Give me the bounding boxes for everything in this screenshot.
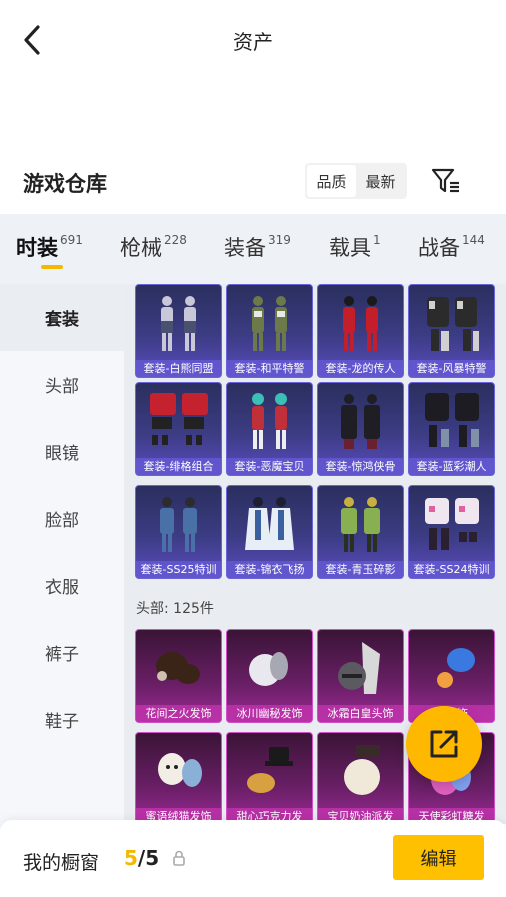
head-section-title: 头部: 125件 [136,601,214,617]
head-item-card[interactable]: 蜜语绒猫发饰 [135,732,222,824]
tab-count: 144 [462,233,485,247]
card-label: 冰川幽秘发饰 [227,705,312,722]
showcase-bar: 我的橱窗 5 / 5 编辑 [0,820,506,897]
tab-supplies[interactable]: 战备 144 [418,232,485,262]
filter-button[interactable] [428,165,464,197]
sidebar-item-suit[interactable]: 套装 [0,284,124,351]
sort-by-quality[interactable]: 品质 [307,165,356,197]
outfit-image [324,492,397,556]
outfit-image [142,389,215,453]
outfit-card[interactable]: 套装-锦衣飞扬 [226,485,313,579]
category-tabs: 时装 691 枪械 228 装备 319 载具 1 战备 144 [0,214,506,284]
card-label: 套装-白熊同盟 [136,360,221,377]
head-item-image [233,739,306,803]
outfit-card[interactable]: 套装-绯格组合 [135,382,222,476]
card-label: 套装-风暴特警 [409,360,494,377]
card-label: 套装-SS24特训 [409,561,494,578]
head-item-image [415,636,488,700]
card-label: 套装-青玉碎影 [318,561,403,578]
outfit-card[interactable]: 套装-龙的传人 [317,284,404,378]
tab-label: 时装 [16,236,58,260]
outfit-image [415,492,488,556]
outfit-image [142,492,215,556]
card-label: 套装-SS25特训 [136,561,221,578]
outfit-card[interactable]: 套装-SS25特训 [135,485,222,579]
tab-equipment[interactable]: 装备 319 [224,232,291,262]
sidebar-item-glasses[interactable]: 眼镜 [0,418,124,485]
outfit-card[interactable]: 套装-恶魔宝贝 [226,382,313,476]
tab-vehicles[interactable]: 载具 1 [329,232,381,262]
outfit-image [415,389,488,453]
head-item-card[interactable]: 冰川幽秘发饰 [226,629,313,723]
head-item-image [233,636,306,700]
section-title: 游戏仓库 [23,172,107,196]
showcase-count: 5 / 5 [124,846,159,870]
tab-count: 228 [164,233,187,247]
showcase-label: 我的橱窗 [23,852,100,874]
head-item-card[interactable]: 花间之火发饰 [135,629,222,723]
assets-screen: 资产 游戏仓库 品质 最新 时装 691 枪械 228 装备 319 载具 1 … [0,0,506,897]
outfit-image [233,291,306,355]
card-label: 套装-蓝彩潮人 [409,458,494,475]
edit-button[interactable]: 编辑 [393,835,484,880]
outfit-card[interactable]: 套装-蓝彩潮人 [408,382,495,476]
tab-label: 载具 [329,236,371,260]
card-label: 套装-锦衣飞扬 [227,561,312,578]
outfit-card[interactable]: 套装-和平特警 [226,284,313,378]
tab-count: 1 [373,233,381,247]
sort-by-newest[interactable]: 最新 [356,165,405,197]
sidebar-item-clothes[interactable]: 衣服 [0,552,124,619]
outfit-image [415,291,488,355]
active-tab-indicator [41,265,63,269]
tab-outfit[interactable]: 时装 691 [16,232,83,262]
sidebar-item-head[interactable]: 头部 [0,351,124,418]
outfit-image [324,389,397,453]
head-item-card[interactable]: 冰霜白皇头饰 [317,629,404,723]
tab-label: 装备 [224,236,266,260]
card-label: 套装-龙的传人 [318,360,403,377]
tab-label: 战备 [418,236,460,260]
page-title: 资产 [233,30,273,54]
head-item-image [142,739,215,803]
share-button[interactable] [406,706,482,782]
outfit-card[interactable]: 套装-风暴特警 [408,284,495,378]
outfit-image [233,389,306,453]
showcase-separator: / [137,846,146,870]
card-label: 套装-绯格组合 [136,458,221,475]
outfit-image [233,492,306,556]
card-label: 套装-恶魔宝贝 [227,458,312,475]
head-item-image [324,739,397,803]
head-item-image [142,636,215,700]
outfit-card[interactable]: 套装-惊鸿侠骨 [317,382,404,476]
card-label: 冰霜白皇头饰 [318,705,403,722]
tab-label: 枪械 [120,236,162,260]
outfit-card[interactable]: 套装-SS24特训 [408,485,495,579]
header: 资产 [0,0,506,80]
filter-icon [431,168,459,193]
sidebar-item-face[interactable]: 脸部 [0,485,124,552]
subcategory-sidebar: 套装 头部 眼镜 脸部 衣服 裤子 鞋子 [0,284,124,844]
lock-icon [173,850,185,866]
outfit-card[interactable]: 套装-白熊同盟 [135,284,222,378]
card-label: 套装-和平特警 [227,360,312,377]
outfit-image [142,291,215,355]
showcase-total: 5 [145,846,160,870]
sidebar-item-shoes[interactable]: 鞋子 [0,686,124,753]
outfit-card[interactable]: 套装-青玉碎影 [317,485,404,579]
card-label: 花间之火发饰 [136,705,221,722]
head-item-card[interactable]: 甜心巧克力发 [226,732,313,824]
tab-weapons[interactable]: 枪械 228 [120,232,187,262]
head-item-image [324,636,397,700]
sidebar-item-pants[interactable]: 裤子 [0,619,124,686]
outfit-image [324,291,397,355]
tab-count: 319 [268,233,291,247]
head-item-card[interactable]: 宝贝奶油派发 [317,732,404,824]
external-link-icon [430,730,458,758]
card-label: 套装-惊鸿侠骨 [318,458,403,475]
sort-toggle: 品质 最新 [305,163,407,199]
tab-count: 691 [60,233,83,247]
showcase-current: 5 [124,846,138,870]
